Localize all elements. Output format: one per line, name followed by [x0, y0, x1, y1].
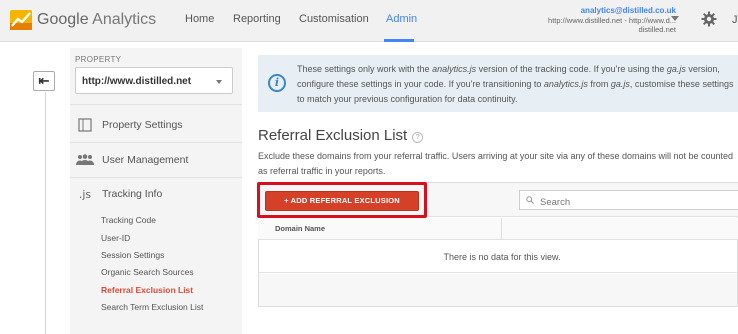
- page-title: Referral Exclusion List ?: [258, 127, 424, 144]
- subitem-user-id[interactable]: User-ID: [101, 233, 130, 243]
- sidebar-item-label: User Management: [102, 154, 189, 166]
- menu-divider: [70, 177, 242, 178]
- notice-em3: analytics.js: [543, 79, 588, 89]
- column-header-domain-name[interactable]: Domain Name: [275, 224, 325, 233]
- search-icon: [526, 196, 534, 204]
- google-analytics-logo[interactable]: Google Analytics: [10, 8, 156, 32]
- sidebar-divider-line: [45, 92, 46, 334]
- property-value: http://www.distilled.net: [82, 76, 192, 87]
- menu-divider: [70, 104, 242, 105]
- account-selector[interactable]: analytics@distilled.co.uk http://www.dis…: [548, 6, 676, 35]
- notice-part2: version of the tracking code. If you're …: [476, 64, 667, 74]
- js-icon: .js: [76, 187, 94, 201]
- annotation-highlight-box: [257, 182, 427, 218]
- table-footer: [259, 274, 737, 306]
- nav-reporting[interactable]: Reporting: [233, 13, 281, 25]
- ga-admin-page: Google Analytics Home Reporting Customis…: [0, 0, 738, 334]
- search-input[interactable]: [519, 190, 738, 210]
- property-label: PROPERTY: [75, 55, 122, 64]
- nav-active-indicator: [384, 39, 414, 42]
- gear-icon[interactable]: [701, 11, 717, 27]
- nav-admin[interactable]: Admin: [386, 13, 417, 25]
- column-divider: [501, 218, 502, 240]
- logo-google-text: Google: [37, 11, 89, 28]
- notice-text: These settings only work with the analyt…: [297, 62, 737, 107]
- subitem-tracking-code[interactable]: Tracking Code: [101, 215, 156, 225]
- chevron-down-icon[interactable]: [671, 16, 679, 21]
- notice-part1: These settings only work with the: [297, 64, 433, 74]
- account-view: distilled.net: [638, 25, 676, 34]
- subitem-referral-exclusion-list[interactable]: Referral Exclusion List: [101, 285, 193, 295]
- page-title-text: Referral Exclusion List: [258, 127, 408, 144]
- truncated-nav-text: J: [732, 14, 738, 26]
- js-icon-text: .js: [78, 187, 92, 201]
- sidebar-item-label: Property Settings: [102, 119, 183, 131]
- notice-em1: analytics.js: [432, 64, 477, 74]
- property-select[interactable]: http://www.distilled.net: [75, 67, 233, 94]
- sidebar-item-user-management[interactable]: User Management: [76, 153, 188, 167]
- nav-customisation[interactable]: Customisation: [299, 13, 369, 25]
- nav-home[interactable]: Home: [185, 13, 214, 25]
- account-property: http://www.distilled.net - http://www.d.…: [548, 15, 676, 25]
- subitem-search-term-exclusion-list[interactable]: Search Term Exclusion List: [101, 302, 203, 312]
- back-button[interactable]: ⇤: [33, 71, 55, 91]
- users-icon: [76, 153, 94, 167]
- arrow-left-icon: ⇤: [38, 73, 50, 88]
- table-header-row: [258, 218, 738, 240]
- sidebar-item-tracking-info[interactable]: .js Tracking Info: [76, 187, 162, 201]
- page-icon: [76, 118, 94, 132]
- subitem-organic-search-sources[interactable]: Organic Search Sources: [101, 267, 194, 277]
- sidebar-item-property-settings[interactable]: Property Settings: [76, 118, 183, 132]
- account-email: analytics@distilled.co.uk: [580, 6, 676, 15]
- empty-state-message: There is no data for this view.: [443, 252, 561, 262]
- info-icon: i: [268, 74, 286, 92]
- logo-wordmark: Google Analytics: [37, 11, 156, 29]
- subitem-session-settings[interactable]: Session Settings: [101, 250, 164, 260]
- logo-product-text: Analytics: [92, 11, 157, 28]
- page-description: Exclude these domains from your referral…: [258, 151, 734, 176]
- caret-down-icon: [216, 80, 222, 84]
- sidebar-item-label: Tracking Info: [102, 188, 163, 200]
- menu-divider: [70, 142, 242, 143]
- notice-em4: ga.js: [610, 79, 630, 89]
- notice-em2: ga.js: [666, 64, 686, 74]
- help-icon[interactable]: ?: [412, 131, 424, 143]
- analytics-logo-icon: [10, 10, 32, 30]
- notice-part4: from: [587, 79, 611, 89]
